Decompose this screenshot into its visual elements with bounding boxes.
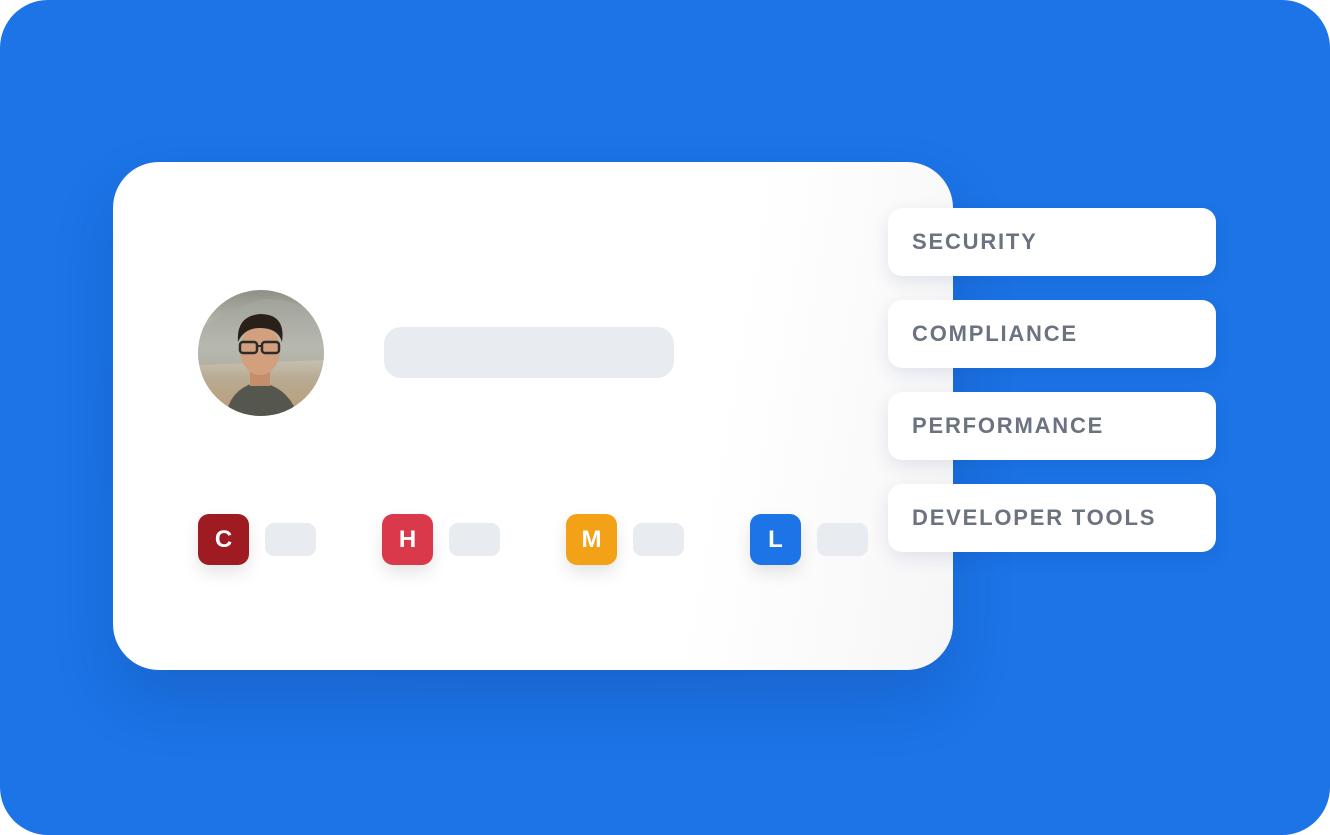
name-placeholder [384, 327, 674, 378]
profile-card: C H M L [113, 162, 953, 670]
severity-high: H [382, 514, 502, 565]
category-security[interactable]: SECURITY [888, 208, 1216, 276]
avatar-photo-icon [198, 290, 324, 416]
severity-badge-medium: M [566, 514, 617, 565]
severity-count-placeholder [265, 523, 316, 556]
avatar [198, 290, 324, 416]
severity-count-placeholder [817, 523, 868, 556]
severity-low: L [750, 514, 870, 565]
category-compliance[interactable]: COMPLIANCE [888, 300, 1216, 368]
severity-count-placeholder [449, 523, 500, 556]
severity-badge-critical: C [198, 514, 249, 565]
severity-critical: C [198, 514, 318, 565]
severity-row: C H M L [198, 514, 898, 565]
severity-badge-low: L [750, 514, 801, 565]
category-performance[interactable]: PERFORMANCE [888, 392, 1216, 460]
severity-badge-high: H [382, 514, 433, 565]
severity-count-placeholder [633, 523, 684, 556]
category-developer-tools[interactable]: DEVELOPER TOOLS [888, 484, 1216, 552]
severity-medium: M [566, 514, 686, 565]
